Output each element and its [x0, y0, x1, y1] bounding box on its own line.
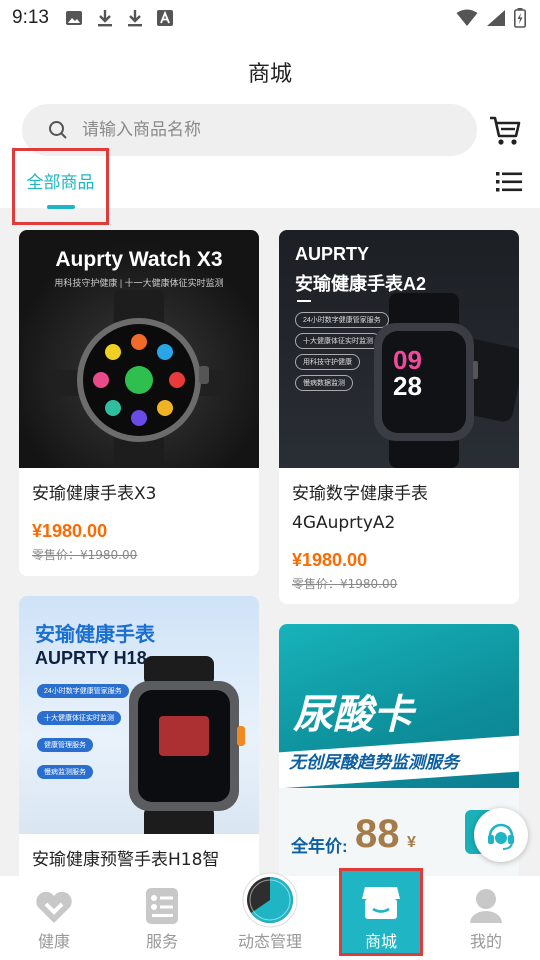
app-notification-icon	[156, 10, 173, 26]
status-bar: 9:13	[0, 0, 540, 36]
image-brand: AUPRTY	[295, 244, 370, 264]
wifi-icon	[456, 9, 478, 26]
dynamic-ring-icon	[242, 872, 298, 928]
shop-icon	[362, 887, 400, 919]
heart-icon	[36, 891, 72, 923]
product-retail-price: 零售价：¥1980.00	[292, 577, 398, 591]
image-headline: 安瑜健康手表	[35, 624, 155, 646]
signal-icon	[487, 10, 505, 26]
image-feature: 慢病监测服务	[37, 765, 93, 779]
product-image: AUPRTY 安瑜健康手表A2 24小时数字健康管家服务 十大健康体征实时监测 …	[279, 230, 519, 468]
smartwatch-image	[129, 656, 245, 834]
nav-shop[interactable]: 商城	[339, 868, 423, 956]
list-view-icon[interactable]	[496, 171, 522, 193]
image-price-label: 全年价:	[291, 837, 348, 856]
image-divider	[297, 300, 311, 302]
download-icon	[97, 10, 112, 27]
image-subtitle: 用科技守护健康 | 十一大健康体征实时监测	[54, 278, 224, 288]
image-headline: 尿酸卡	[293, 693, 413, 737]
notification-icons	[65, 9, 173, 27]
watch-time-minute: 28	[393, 371, 422, 401]
person-icon	[470, 889, 502, 923]
product-price: ¥1980.00	[292, 550, 368, 570]
nav-label: 我的	[469, 932, 502, 951]
product-price: ¥1980.00	[32, 521, 108, 541]
image-icon	[65, 11, 82, 25]
battery-icon	[514, 8, 526, 28]
nav-label: 服务	[145, 932, 178, 951]
headset-icon	[488, 823, 514, 850]
product-image: 安瑜健康手表 AUPRTY H18 24小时数字健康管家服务 十大健康体征实时监…	[19, 596, 259, 834]
product-card[interactable]: Auprty Watch X3 用科技守护健康 | 十一大健康体征实时监测 安瑜…	[19, 230, 259, 576]
nav-person[interactable]: 我的	[432, 876, 540, 960]
product-retail-price: 零售价：¥1980.00	[32, 548, 138, 562]
image-feature: 健康管理服务	[37, 738, 93, 752]
nav-label: 商城	[364, 932, 397, 951]
image-price-value: 88	[355, 812, 400, 856]
product-card[interactable]: 安瑜健康手表 AUPRTY H18 24小时数字健康管家服务 十大健康体征实时监…	[19, 596, 259, 896]
image-price-unit: ¥	[407, 834, 416, 851]
page-title: 商城	[247, 62, 292, 87]
product-card[interactable]: AUPRTY 安瑜健康手表A2 24小时数字健康管家服务 十大健康体征实时监测 …	[279, 230, 519, 604]
product-name: 安瑜健康手表X3	[32, 484, 157, 504]
image-headline: Auprty Watch X3	[55, 248, 223, 271]
nav-health[interactable]: 健康	[0, 876, 108, 960]
tab-active-indicator	[46, 205, 75, 209]
service-list-icon	[146, 888, 178, 924]
image-feature: 24小时数字健康管家服务	[37, 684, 129, 698]
app-root: 9:13 商城 全部商品 Auprty Watch X3	[0, 0, 540, 960]
cart-icon[interactable]	[488, 114, 522, 146]
product-image: Auprty Watch X3 用科技守护健康 | 十一大健康体征实时监测	[19, 230, 259, 468]
product-name: 安瑜健康预警手表H18智	[32, 850, 220, 870]
image-feature: 慢病数据监测	[295, 375, 353, 391]
smartwatch-image	[374, 293, 519, 468]
search-input[interactable]	[82, 120, 442, 140]
image-feature: 十大健康体征实时监测	[37, 711, 121, 725]
nav-dynamic-management[interactable]: 动态管理	[216, 872, 324, 960]
image-feature: 用科技守护健康	[295, 354, 360, 370]
tab-all-products-label: 全部商品	[26, 173, 95, 193]
download-icon	[127, 10, 142, 27]
nav-service[interactable]: 服务	[108, 876, 216, 960]
system-icons	[456, 8, 526, 28]
smartwatch-image	[49, 290, 229, 468]
customer-service-button[interactable]	[474, 808, 528, 862]
search-icon	[49, 121, 67, 139]
nav-label: 动态管理	[237, 932, 302, 951]
status-time: 9:13	[12, 7, 49, 28]
bottom-nav: 健康 服务 动态管理 我的	[0, 872, 540, 960]
image-subtitle: 无创尿酸趋势监测服务	[289, 753, 459, 772]
tab-all-products[interactable]: 全部商品	[12, 148, 109, 225]
nav-label: 健康	[37, 932, 70, 951]
product-name: 安瑜数字健康手表4GAuprtyA2	[292, 484, 428, 533]
page-header: 商城 全部商品	[0, 36, 540, 225]
